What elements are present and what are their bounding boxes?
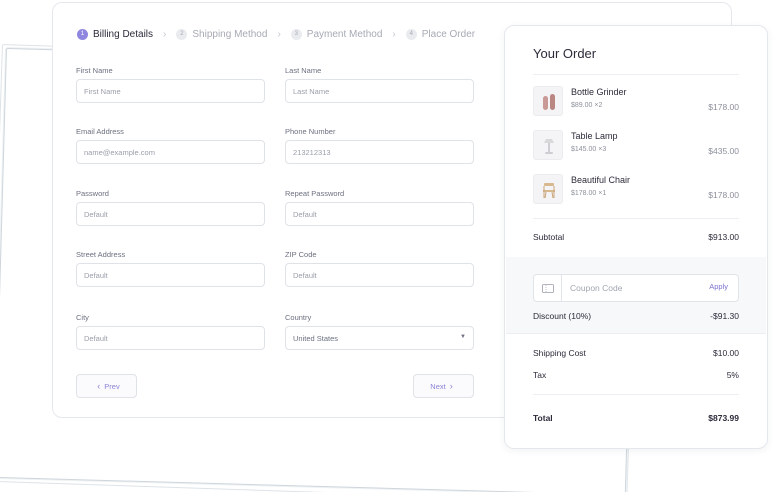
list-item: Table Lamp $145.00 ×3 $435.00 <box>533 130 739 162</box>
list-item: Beautiful Chair $178.00 ×1 $178.00 <box>533 174 739 206</box>
apply-coupon-button[interactable]: Apply <box>709 282 728 291</box>
next-label: Next <box>430 381 446 391</box>
street-group: Street Address <box>76 250 265 287</box>
first-name-group: First Name <box>76 66 265 103</box>
country-select[interactable]: United States ▼ <box>285 326 474 350</box>
divider <box>533 74 739 75</box>
order-title: Your Order <box>533 46 597 61</box>
bottle-grinder-icon <box>533 86 563 116</box>
divider <box>533 394 739 395</box>
phone-group: Phone Number <box>285 127 474 164</box>
last-name-input[interactable] <box>285 79 474 103</box>
street-label: Street Address <box>76 250 126 259</box>
item-price: $178.00 <box>708 102 739 112</box>
next-button[interactable]: Next › <box>413 374 474 398</box>
discount-value: -$91.30 <box>710 311 739 321</box>
email-input[interactable] <box>76 140 265 164</box>
last-name-group: Last Name <box>285 66 474 103</box>
ticket-icon <box>534 275 562 301</box>
step-shipping-method[interactable]: 2 Shipping Method <box>176 28 268 40</box>
order-summary-card: Your Order Bottle Grinder $89.00 ×2 $178… <box>504 25 768 449</box>
street-input[interactable] <box>76 263 265 287</box>
discount-label: Discount (10%) <box>533 311 592 321</box>
item-name: Table Lamp <box>571 131 618 141</box>
item-name: Beautiful Chair <box>571 175 631 185</box>
item-qty: $89.00 ×2 <box>571 102 603 109</box>
password-group: Password <box>76 189 265 226</box>
chevron-left-icon: ‹ <box>97 381 101 391</box>
tax-value: 5% <box>726 370 739 380</box>
step-number: 4 <box>405 28 417 40</box>
step-billing-details[interactable]: 1 Billing Details <box>77 28 154 40</box>
shipping-value: $10.00 <box>713 348 739 358</box>
item-qty: $178.00 ×1 <box>571 190 607 197</box>
repeat-password-group: Repeat Password <box>285 189 474 226</box>
password-input[interactable] <box>76 202 265 226</box>
city-label: City <box>76 313 89 322</box>
last-name-label: Last Name <box>285 66 322 75</box>
item-price: $435.00 <box>708 146 739 156</box>
coupon-input[interactable] <box>570 280 690 296</box>
phone-input[interactable] <box>285 140 474 164</box>
divider <box>506 333 766 334</box>
step-label: Place Order <box>421 28 476 40</box>
step-label: Shipping Method <box>192 28 268 40</box>
item-name: Bottle Grinder <box>571 87 627 97</box>
chevron-right-icon: › <box>392 28 396 40</box>
divider <box>533 218 739 219</box>
email-group: Email Address <box>76 127 265 164</box>
step-place-order[interactable]: 4 Place Order <box>405 28 476 40</box>
total-label: Total <box>533 413 553 423</box>
prev-label: Prev <box>104 381 120 391</box>
zip-label: ZIP Code <box>285 250 317 259</box>
prev-button[interactable]: ‹ Prev <box>76 374 137 398</box>
total-value: $873.99 <box>708 413 739 423</box>
item-price: $178.00 <box>708 190 739 200</box>
list-item: Bottle Grinder $89.00 ×2 $178.00 <box>533 86 739 118</box>
subtotal-value: $913.00 <box>708 232 739 242</box>
table-lamp-icon <box>533 130 563 160</box>
chevron-right-icon: › <box>277 28 281 40</box>
step-number: 3 <box>290 28 302 40</box>
tax-label: Tax <box>533 370 547 380</box>
repeat-password-input[interactable] <box>285 202 474 226</box>
zip-group: ZIP Code <box>285 250 474 287</box>
country-value: United States <box>285 326 474 350</box>
first-name-label: First Name <box>76 66 113 75</box>
country-group: Country United States ▼ <box>285 313 474 350</box>
step-number: 1 <box>77 28 88 40</box>
password-label: Password <box>76 189 109 198</box>
shipping-label: Shipping Cost <box>533 348 586 358</box>
step-label: Billing Details <box>93 28 154 40</box>
country-label: Country <box>285 313 312 322</box>
caret-down-icon: ▼ <box>460 334 466 340</box>
repeat-password-label: Repeat Password <box>285 189 345 198</box>
email-label: Email Address <box>76 127 124 136</box>
city-input[interactable] <box>76 326 265 350</box>
zip-input[interactable] <box>285 263 474 287</box>
chevron-right-icon: › <box>449 381 453 391</box>
first-name-input[interactable] <box>76 79 265 103</box>
step-payment-method[interactable]: 3 Payment Method <box>290 28 383 40</box>
checkout-steps: 1 Billing Details › 2 Shipping Method › … <box>77 27 475 41</box>
chevron-right-icon: › <box>163 28 167 40</box>
city-group: City <box>76 313 265 350</box>
phone-label: Phone Number <box>285 127 336 136</box>
step-label: Payment Method <box>306 28 383 40</box>
coupon-field: Apply <box>533 274 739 302</box>
item-qty: $145.00 ×3 <box>571 146 607 153</box>
step-number: 2 <box>176 28 188 40</box>
chair-icon <box>533 174 563 204</box>
subtotal-label: Subtotal <box>533 232 565 242</box>
